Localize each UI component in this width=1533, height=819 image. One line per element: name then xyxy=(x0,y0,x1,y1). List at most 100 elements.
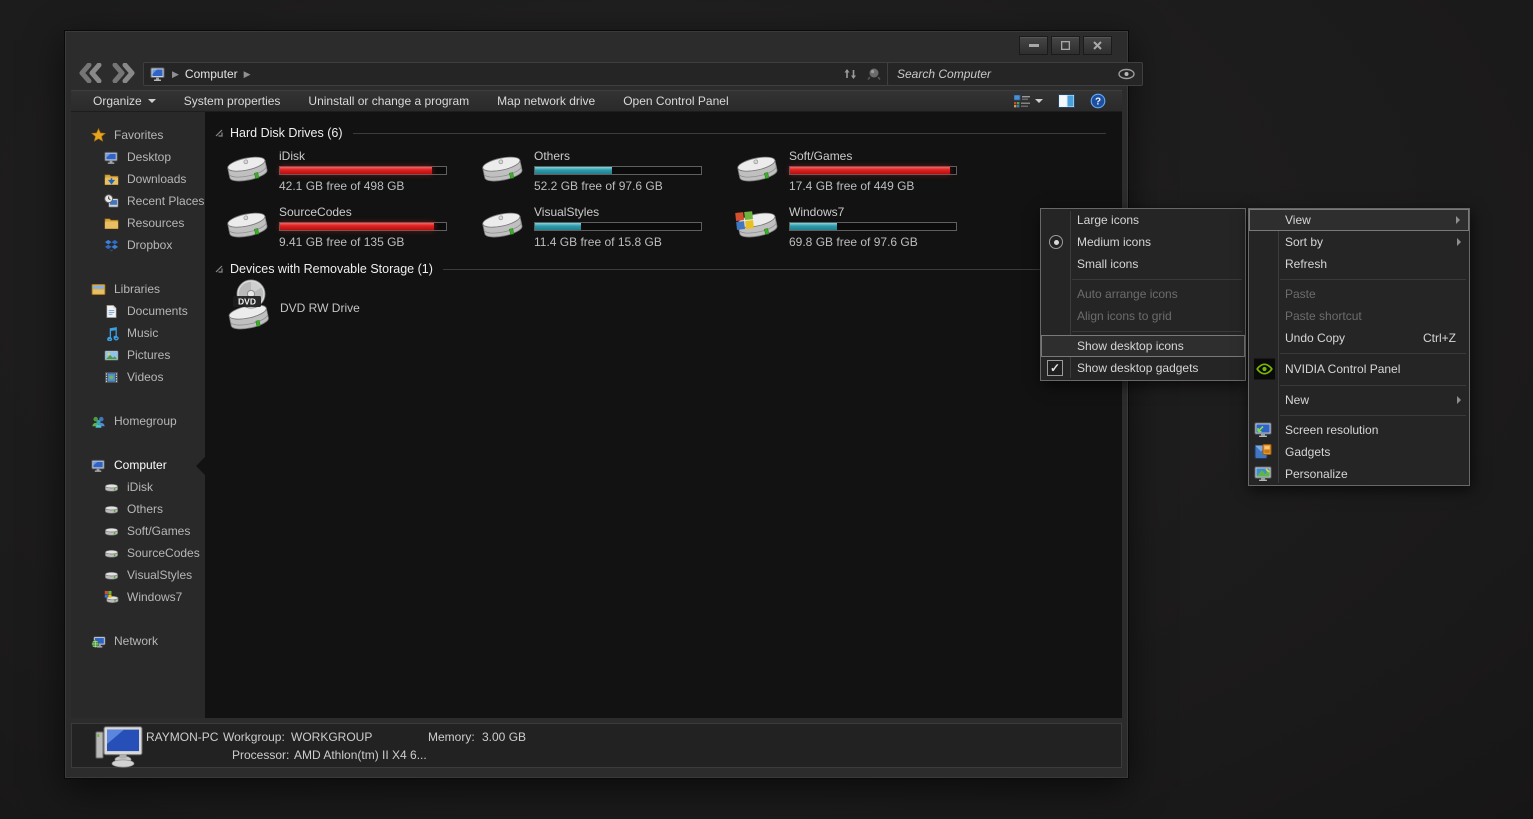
refresh-icon[interactable] xyxy=(844,67,857,81)
drive-tile-windows7[interactable]: Windows7 69.8 GB free of 97.6 GB xyxy=(735,204,987,258)
document-icon xyxy=(104,304,119,319)
map-network-drive-button[interactable]: Map network drive xyxy=(483,91,609,111)
menu-item-sort-by[interactable]: Sort by xyxy=(1249,231,1469,253)
drive-name: SourceCodes xyxy=(279,205,352,219)
change-view-button[interactable] xyxy=(1013,94,1043,108)
sidebar-item-label: Downloads xyxy=(127,172,187,186)
sidebar-item-others[interactable]: Others xyxy=(71,498,205,520)
sidebar-item-dropbox[interactable]: Dropbox xyxy=(71,234,205,256)
menu-item-undo-copy[interactable]: Undo Copy Ctrl+Z xyxy=(1249,327,1469,349)
hard-drive-icon xyxy=(225,150,271,190)
sidebar-item-recent-places[interactable]: Recent Places xyxy=(71,190,205,212)
back-icon xyxy=(78,62,104,84)
drive-tile-sourcecodes[interactable]: SourceCodes 9.41 GB free of 135 GB xyxy=(225,204,477,258)
collapse-arrow-icon xyxy=(215,265,223,273)
disk-usage-bar xyxy=(534,166,702,175)
disk-usage-fill xyxy=(790,223,838,230)
sidebar-group-label: Libraries xyxy=(114,282,161,296)
disk-usage-fill xyxy=(535,223,582,230)
sidebar-item-label: Music xyxy=(127,326,159,340)
breadcrumb-computer[interactable]: Computer xyxy=(185,67,238,81)
organize-button[interactable]: Organize xyxy=(71,91,170,111)
sidebar-item-idisk[interactable]: iDisk xyxy=(71,476,205,498)
hdd-icon xyxy=(104,524,119,539)
menu-item-label: Show desktop gadgets xyxy=(1077,361,1199,375)
close-button[interactable] xyxy=(1083,36,1112,55)
sidebar-group-libraries[interactable]: Libraries xyxy=(71,278,205,300)
sidebar-item-soft-games[interactable]: Soft/Games xyxy=(71,520,205,542)
menu-item-view[interactable]: View xyxy=(1249,209,1469,231)
view-submenu: Large icons Medium icons Small icons Aut… xyxy=(1040,208,1246,381)
sidebar-group-favorites[interactable]: Favorites xyxy=(71,124,205,146)
sidebar-item-videos[interactable]: Videos xyxy=(71,366,205,388)
drive-tile-soft-games[interactable]: Soft/Games 17.4 GB free of 449 GB xyxy=(735,148,987,202)
search-input[interactable] xyxy=(895,66,1118,82)
minimize-button[interactable] xyxy=(1019,36,1048,55)
menu-item-new[interactable]: New xyxy=(1249,389,1469,411)
sidebar-item-pictures[interactable]: Pictures xyxy=(71,344,205,366)
search-box xyxy=(887,62,1143,86)
drive-name: VisualStyles xyxy=(534,205,600,219)
system-properties-button[interactable]: System properties xyxy=(170,91,295,111)
menu-item-label: New xyxy=(1285,393,1310,407)
menu-item-refresh[interactable]: Refresh xyxy=(1249,253,1469,275)
music-icon xyxy=(104,326,119,341)
uninstall-program-button[interactable]: Uninstall or change a program xyxy=(294,91,483,111)
sidebar-item-music[interactable]: Music xyxy=(71,322,205,344)
homegroup-icon xyxy=(91,414,106,429)
menu-item-label: Refresh xyxy=(1285,257,1328,271)
sidebar-item-downloads[interactable]: Downloads xyxy=(71,168,205,190)
address-bar[interactable]: ▶ Computer ▶ xyxy=(143,62,891,86)
explorer-window: ▶ Computer ▶ Organize System properties … xyxy=(64,30,1143,779)
svg-text:?: ? xyxy=(1095,97,1101,108)
sidebar-item-visualstyles[interactable]: VisualStyles xyxy=(71,564,205,586)
disk-usage-fill xyxy=(535,167,613,174)
menu-item-show-desktop-icons[interactable]: Show desktop icons xyxy=(1041,335,1245,357)
forward-button[interactable] xyxy=(109,61,137,85)
back-button[interactable] xyxy=(77,61,105,85)
file-list-area: Hard Disk Drives (6) iDisk 42.1 GB free … xyxy=(205,112,1122,718)
maximize-button[interactable] xyxy=(1051,36,1080,55)
drive-tile-others[interactable]: Others 52.2 GB free of 97.6 GB xyxy=(480,148,732,202)
menu-separator xyxy=(1280,385,1466,386)
menu-item-label: Align icons to grid xyxy=(1077,309,1172,323)
svg-text:DVD: DVD xyxy=(238,297,256,307)
sidebar-item-windows7[interactable]: Windows7 xyxy=(71,586,205,608)
menu-item-small-icons[interactable]: Small icons xyxy=(1041,253,1245,275)
search-icon[interactable] xyxy=(1118,68,1135,80)
menu-item-medium-icons[interactable]: Medium icons xyxy=(1041,231,1245,253)
sidebar-group-homegroup[interactable]: Homegroup xyxy=(71,410,205,432)
menu-separator xyxy=(1072,279,1242,280)
dvd-drive-tile[interactable]: DVD DVD RW Drive xyxy=(225,278,475,334)
sidebar-item-desktop[interactable]: Desktop xyxy=(71,146,205,168)
menu-item-large-icons[interactable]: Large icons xyxy=(1041,209,1245,231)
menu-item-label: Show desktop icons xyxy=(1077,339,1184,353)
sidebar-item-resources[interactable]: Resources xyxy=(71,212,205,234)
drive-tile-visualstyles[interactable]: VisualStyles 11.4 GB free of 15.8 GB xyxy=(480,204,732,258)
computer-name: RAYMON-PC xyxy=(146,730,219,744)
section-header-removable-storage[interactable]: Devices with Removable Storage (1) xyxy=(215,261,1106,277)
sidebar-item-documents[interactable]: Documents xyxy=(71,300,205,322)
menu-item-show-desktop-gadgets[interactable]: ✓ Show desktop gadgets xyxy=(1041,357,1245,379)
sidebar-item-label: SourceCodes xyxy=(127,546,200,560)
menu-item-personalize[interactable]: Personalize xyxy=(1249,463,1469,485)
menu-item-nvidia-control-panel[interactable]: NVIDIA Control Panel xyxy=(1249,357,1469,381)
sidebar-group-network[interactable]: Network xyxy=(71,630,205,652)
menu-item-screen-resolution[interactable]: Screen resolution xyxy=(1249,419,1469,441)
drive-tile-idisk[interactable]: iDisk 42.1 GB free of 498 GB xyxy=(225,148,477,202)
chevron-down-icon xyxy=(1035,99,1043,103)
windows-drive-icon xyxy=(104,590,119,605)
help-button[interactable]: ? xyxy=(1090,93,1106,109)
computer-icon xyxy=(94,726,146,768)
open-control-panel-button[interactable]: Open Control Panel xyxy=(609,91,742,111)
preview-pane-button[interactable] xyxy=(1058,94,1075,108)
menu-item-gadgets[interactable]: Gadgets xyxy=(1249,441,1469,463)
menu-item-label: Screen resolution xyxy=(1285,423,1379,437)
sidebar-group-computer[interactable]: Computer xyxy=(71,454,205,476)
details-pane: RAYMON-PC Workgroup: WORKGROUP Memory: 3… xyxy=(71,723,1122,768)
sidebar-item-label: Pictures xyxy=(127,348,171,362)
section-header-hard-disk-drives[interactable]: Hard Disk Drives (6) xyxy=(215,125,1106,141)
submenu-arrow-icon xyxy=(1457,396,1461,404)
go-search-icon[interactable] xyxy=(866,67,882,81)
sidebar-item-sourcecodes[interactable]: SourceCodes xyxy=(71,542,205,564)
